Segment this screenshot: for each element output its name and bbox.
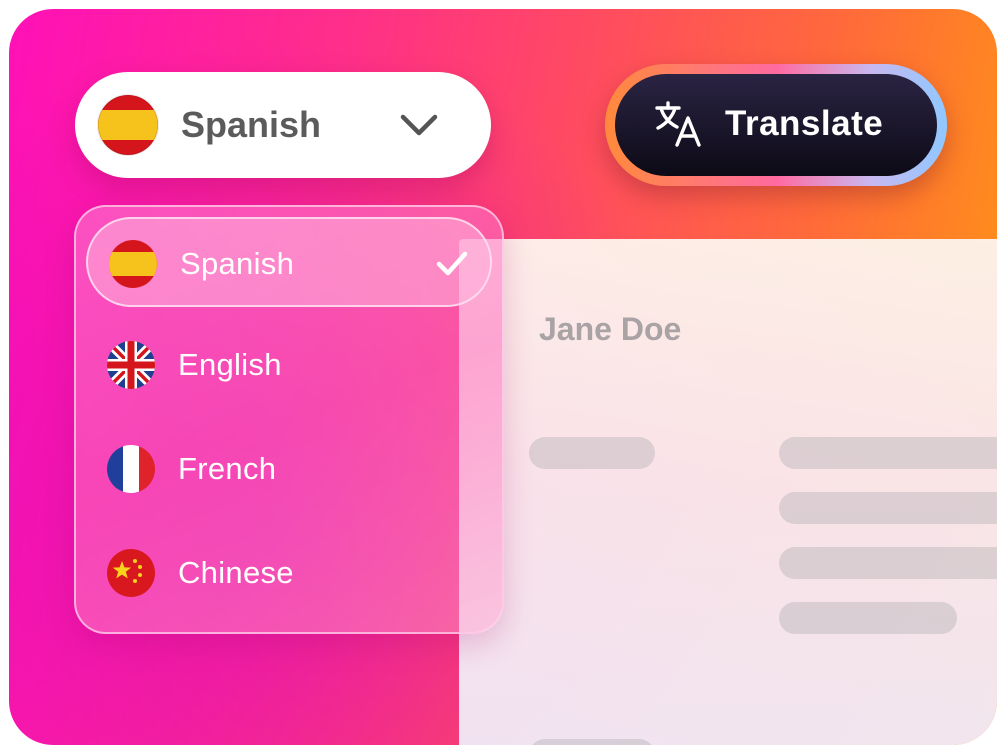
- document-name: Jane Doe: [539, 311, 682, 347]
- dropdown-item-english[interactable]: English: [86, 320, 492, 410]
- uk-flag-icon: [107, 341, 155, 389]
- language-dropdown-menu: Spanish English French Chinese: [74, 205, 504, 634]
- app-frame: Jane Doe Spanish Translate Spanish Engli…: [9, 9, 997, 745]
- dropdown-item-spanish[interactable]: Spanish: [86, 217, 492, 307]
- selected-language-label: Spanish: [181, 104, 322, 145]
- spain-flag-icon: [97, 94, 159, 156]
- dropdown-item-label: Spanish: [180, 246, 295, 281]
- translate-button[interactable]: Translate: [615, 74, 937, 176]
- placeholder-line: [529, 739, 655, 745]
- dropdown-item-chinese[interactable]: Chinese: [86, 528, 492, 618]
- placeholder-line: [779, 492, 997, 524]
- translate-button-label: Translate: [725, 104, 884, 143]
- placeholder-line: [779, 547, 997, 579]
- spain-flag-icon: [109, 240, 157, 288]
- china-flag-icon: [107, 549, 155, 597]
- placeholder-line: [779, 602, 957, 634]
- placeholder-line: [779, 437, 997, 469]
- dropdown-item-label: Chinese: [178, 555, 294, 590]
- dropdown-item-french[interactable]: French: [86, 424, 492, 514]
- france-flag-icon: [107, 445, 155, 493]
- language-select[interactable]: Spanish: [75, 72, 491, 178]
- dropdown-item-label: French: [178, 451, 277, 486]
- translate-icon: [655, 101, 701, 147]
- placeholder-line: [529, 437, 655, 469]
- chevron-down-icon: [400, 114, 438, 136]
- document-preview: Jane Doe: [459, 239, 997, 745]
- dropdown-item-label: English: [178, 347, 282, 382]
- checkmark-icon: [436, 251, 468, 276]
